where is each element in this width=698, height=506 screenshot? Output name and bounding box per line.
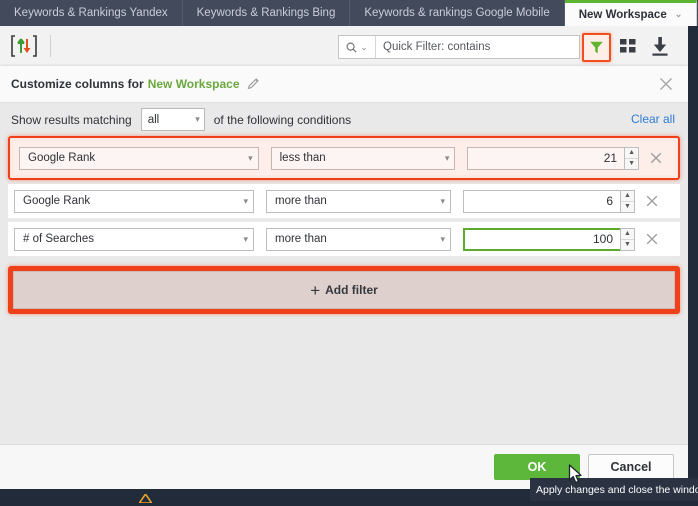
tab-keywords-rankings-yandex[interactable]: Keywords & Rankings Yandex bbox=[0, 0, 183, 26]
filter-field-select[interactable]: Google Rank ▾ bbox=[14, 189, 254, 213]
download-button[interactable] bbox=[650, 35, 670, 57]
add-filter-button[interactable]: + Add filter bbox=[13, 271, 675, 309]
filter-row-3-wrapper: # of Searches ▾ more than ▾ 100 ▲ ▼ bbox=[8, 222, 680, 256]
filter-row: Google Rank ▾ less than ▾ 21 ▲ ▼ bbox=[13, 141, 675, 175]
chevron-down-icon[interactable]: ⌄ bbox=[675, 9, 683, 20]
main-toolbar: ⌄ Quick Filter: contains bbox=[0, 26, 698, 67]
dialog-header: Customize columns for New Workspace bbox=[0, 66, 688, 103]
grid-view-icon bbox=[620, 39, 636, 53]
filter-operator-value: more than bbox=[275, 195, 327, 207]
search-input[interactable]: Quick Filter: contains bbox=[376, 36, 579, 58]
remove-filter-button[interactable] bbox=[639, 195, 665, 207]
filter-row: Google Rank ▾ more than ▾ 6 ▲ ▼ bbox=[8, 184, 680, 218]
warning-triangle-icon[interactable] bbox=[137, 492, 154, 504]
remove-filter-x-icon bbox=[646, 195, 658, 207]
chevron-down-icon: ▾ bbox=[444, 152, 450, 163]
stepper-up-icon[interactable]: ▲ bbox=[621, 191, 634, 202]
remove-filter-button[interactable] bbox=[643, 152, 669, 164]
mouse-cursor bbox=[568, 464, 583, 485]
search-mode-button[interactable]: ⌄ bbox=[339, 36, 376, 58]
remove-filter-x-icon bbox=[650, 152, 662, 164]
filter-operator-value: less than bbox=[279, 152, 326, 164]
chevron-down-icon: ▾ bbox=[243, 233, 248, 244]
dialog-title: Customize columns for New Workspace bbox=[11, 77, 260, 91]
filter-row: # of Searches ▾ more than ▾ 100 ▲ ▼ bbox=[8, 222, 680, 256]
sort-import-export-icon[interactable] bbox=[10, 33, 38, 59]
toolbar-divider bbox=[50, 35, 51, 57]
filter-operator-select[interactable]: less than ▾ bbox=[270, 146, 456, 170]
chevron-down-icon: ▾ bbox=[195, 114, 200, 124]
cancel-button[interactable]: Cancel bbox=[588, 454, 674, 480]
filter-row-1-wrapper: Google Rank ▾ less than ▾ 21 ▲ ▼ bbox=[8, 136, 680, 180]
grid-view-button[interactable] bbox=[618, 36, 638, 56]
stepper-buttons[interactable]: ▲ ▼ bbox=[620, 189, 635, 213]
close-x-icon bbox=[660, 78, 672, 90]
filter-value-stepper[interactable]: 6 ▲ ▼ bbox=[463, 189, 635, 213]
tab-keywords-rankings-google-mobile[interactable]: Keywords & rankings Google Mobile bbox=[350, 0, 565, 26]
remove-filter-button[interactable] bbox=[639, 233, 665, 245]
match-conditions-row: Show results matching all ▾ of the follo… bbox=[0, 103, 688, 136]
tab-label: Keywords & rankings Google Mobile bbox=[364, 7, 550, 19]
filter-value-input[interactable]: 6 bbox=[463, 189, 620, 213]
chevron-down-icon: ▾ bbox=[248, 152, 253, 163]
filter-value-input[interactable]: 21 bbox=[467, 146, 625, 170]
match-mode-select[interactable]: all ▾ bbox=[140, 108, 205, 131]
funnel-filter-icon bbox=[590, 41, 603, 54]
add-filter-label: Add filter bbox=[325, 283, 378, 297]
filter-field-value: # of Searches bbox=[23, 233, 94, 245]
chevron-down-icon: ▾ bbox=[440, 195, 445, 206]
clear-all-link[interactable]: Clear all bbox=[631, 112, 675, 126]
dialog-title-prefix: Customize columns for bbox=[11, 77, 144, 91]
filter-field-select[interactable]: Google Rank ▾ bbox=[19, 146, 259, 170]
tab-new-workspace[interactable]: New Workspace ⌄ bbox=[564, 0, 698, 26]
pencil-edit-icon[interactable] bbox=[247, 77, 260, 90]
tab-keywords-rankings-bing[interactable]: Keywords & Rankings Bing bbox=[182, 0, 351, 26]
filter-operator-select[interactable]: more than ▾ bbox=[266, 189, 451, 213]
match-suffix-label: of the following conditions bbox=[213, 112, 352, 127]
magnifier-icon bbox=[346, 41, 357, 53]
tab-label: New Workspace bbox=[578, 8, 667, 21]
dialog-close-button[interactable] bbox=[659, 77, 673, 91]
dialog-workspace-name: New Workspace bbox=[147, 77, 240, 91]
filter-rows-list: Google Rank ▾ less than ▾ 21 ▲ ▼ Google … bbox=[0, 136, 688, 256]
stepper-down-icon[interactable]: ▼ bbox=[621, 202, 634, 212]
filter-value-stepper[interactable]: 21 ▲ ▼ bbox=[467, 146, 640, 170]
filter-operator-value: more than bbox=[275, 233, 327, 245]
page-right-edge bbox=[688, 26, 698, 489]
chevron-down-icon: ▾ bbox=[243, 195, 248, 206]
filter-row-2-wrapper: Google Rank ▾ more than ▾ 6 ▲ ▼ bbox=[8, 184, 680, 218]
add-filter-wrapper: + Add filter bbox=[8, 266, 680, 314]
filter-value-input[interactable]: 100 bbox=[463, 227, 620, 251]
filter-field-select[interactable]: # of Searches ▾ bbox=[14, 227, 254, 251]
plus-icon: + bbox=[310, 280, 321, 300]
chevron-down-icon: ⌄ bbox=[360, 41, 368, 52]
match-mode-value: all bbox=[147, 113, 160, 126]
stepper-buttons[interactable]: ▲ ▼ bbox=[620, 227, 635, 251]
download-icon bbox=[652, 37, 668, 56]
ok-button-tooltip: Apply changes and close the window bbox=[530, 478, 698, 501]
stepper-down-icon[interactable]: ▼ bbox=[621, 240, 634, 250]
filter-field-value: Google Rank bbox=[28, 152, 96, 164]
filter-operator-select[interactable]: more than ▾ bbox=[266, 227, 451, 251]
match-prefix-label: Show results matching bbox=[11, 112, 132, 127]
stepper-buttons[interactable]: ▲ ▼ bbox=[624, 146, 640, 170]
stepper-up-icon[interactable]: ▲ bbox=[621, 229, 634, 240]
quick-filter-search-box[interactable]: ⌄ Quick Filter: contains bbox=[338, 35, 580, 59]
stepper-down-icon[interactable]: ▼ bbox=[625, 159, 638, 169]
tab-label: Keywords & Rankings Bing bbox=[196, 7, 336, 19]
remove-filter-x-icon bbox=[646, 233, 658, 245]
filter-field-value: Google Rank bbox=[23, 195, 91, 207]
tab-bar: Keywords & Rankings Yandex Keywords & Ra… bbox=[0, 0, 698, 26]
chevron-down-icon: ▾ bbox=[440, 233, 445, 244]
stepper-up-icon[interactable]: ▲ bbox=[625, 148, 639, 159]
filter-value-stepper[interactable]: 100 ▲ ▼ bbox=[463, 227, 635, 251]
tab-label: Keywords & Rankings Yandex bbox=[14, 7, 168, 19]
customize-columns-dialog: Customize columns for New Workspace Show … bbox=[0, 66, 688, 489]
filter-button[interactable] bbox=[582, 33, 611, 62]
